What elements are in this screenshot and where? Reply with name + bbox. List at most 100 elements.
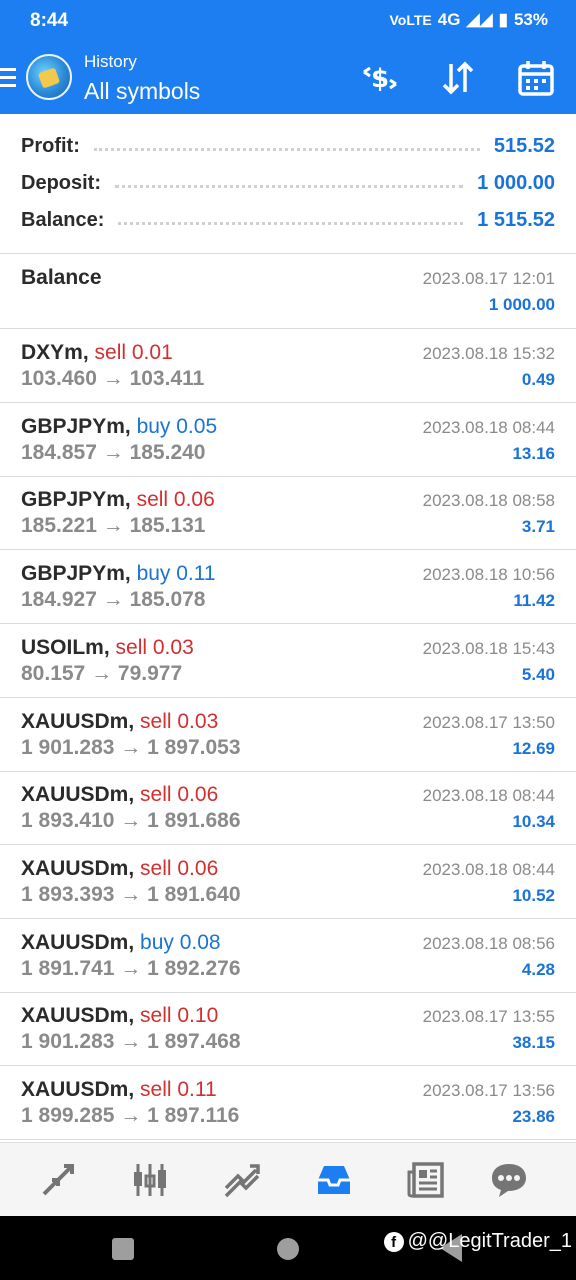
deposit-row: Deposit: 1 000.00: [21, 167, 555, 199]
deal-row[interactable]: XAUUSDm, sell 0.06 1 893.393 → 1 891.640 2…: [0, 845, 576, 919]
chat-icon[interactable]: [486, 1157, 532, 1203]
balance-operation-title: Balance: [21, 266, 102, 289]
deal-prices: 103.460 → 103.411: [21, 367, 205, 390]
trade-icon[interactable]: [219, 1157, 265, 1203]
deal-symbol-name: XAUUSDm,: [21, 1078, 135, 1101]
sort-icon[interactable]: [438, 58, 478, 98]
deal-row[interactable]: XAUUSDm, buy 0.08 1 891.741 → 1 892.276 20…: [0, 919, 576, 993]
quotes-icon[interactable]: [35, 1157, 81, 1203]
deal-symbol-name: XAUUSDm,: [21, 930, 135, 954]
deal-profit: 23.86: [512, 1107, 555, 1126]
deal-side: sell 0.03: [140, 709, 219, 733]
deal-side: sell 0.01: [94, 341, 173, 364]
deal-time: 2023.08.18 15:32: [422, 344, 555, 363]
deal-row[interactable]: XAUUSDm, sell 0.06 1 893.410 → 1 891.686 2…: [0, 771, 576, 846]
deal-symbol-name: GBPJPYm,: [21, 488, 131, 512]
header-subtitle: History: [84, 52, 137, 71]
deal-symbol: USOILm, sell 0.03: [21, 636, 194, 660]
battery-icon: ▮: [498, 10, 508, 29]
dot-leader: [115, 184, 464, 188]
facebook-icon: f: [383, 1231, 404, 1252]
network-label: 4G: [437, 10, 461, 29]
chart-icon[interactable]: [127, 1157, 173, 1203]
balance-label: Balance:: [21, 208, 105, 231]
deal-side: buy 0.08: [140, 930, 221, 954]
deal-time: 2023.08.18 08:44: [422, 786, 555, 806]
deal-row[interactable]: DXYm, sell 0.01 103.460 → 103.411 2023.08.…: [0, 329, 576, 403]
app-bar: History All symbols $: [0, 42, 576, 114]
deal-prices: 1 901.283 → 1 897.468: [21, 1030, 241, 1054]
deal-side: sell 0.10: [140, 1004, 219, 1028]
dot-leader: [118, 221, 464, 225]
profit-value: 515.52: [493, 134, 555, 157]
deal-symbol-name: GBPJPYm,: [21, 414, 131, 438]
deal-side: sell 0.06: [136, 488, 215, 512]
deal-time: 2023.08.18 08:44: [422, 859, 555, 879]
symbol-filter-title[interactable]: All symbols: [84, 78, 200, 105]
deal-side: sell 0.03: [115, 635, 194, 659]
deal-profit: 10.34: [512, 812, 555, 832]
home-button[interactable]: [277, 1238, 299, 1260]
deal-prices: 1 899.285 → 1 897.116: [21, 1104, 240, 1127]
deal-time: 2023.08.18 15:43: [422, 638, 555, 658]
deal-row[interactable]: XAUUSDm, sell 0.10 1 901.283 → 1 897.468 2…: [0, 992, 576, 1067]
balance-operation-amount: 1 000.00: [488, 295, 555, 314]
deal-profit: 0.49: [521, 370, 555, 389]
bottom-navigation: [0, 1142, 576, 1216]
deal-symbol-name: USOILm,: [21, 635, 110, 659]
deal-side: sell 0.11: [140, 1078, 217, 1101]
deal-time: 2023.08.17 13:56: [422, 1081, 555, 1100]
deal-row[interactable]: GBPJPYm, sell 0.06 185.221 → 185.131 2023.…: [0, 476, 576, 551]
deal-time: 2023.08.18 08:44: [422, 417, 555, 437]
deal-row[interactable]: USOILm, sell 0.03 80.157 → 79.977 2023.08.…: [0, 624, 576, 698]
account-summary: Profit: 515.52 Deposit: 1 000.00 Balance…: [0, 114, 576, 254]
menu-icon[interactable]: [0, 68, 16, 88]
deal-time: 2023.08.18 08:58: [422, 491, 555, 511]
history-icon[interactable]: [311, 1157, 357, 1203]
deal-symbol: XAUUSDm, sell 0.06: [21, 783, 218, 807]
deal-symbol: XAUUSDm, sell 0.11: [21, 1078, 217, 1102]
deal-symbol-name: GBPJPYm,: [21, 562, 131, 586]
deal-time: 2023.08.18 08:56: [422, 933, 555, 953]
deal-symbol-name: XAUUSDm,: [21, 1004, 135, 1028]
deal-side: buy 0.11: [136, 562, 216, 586]
deal-prices: 1 893.393 → 1 891.640: [21, 882, 241, 906]
currency-icon[interactable]: $: [360, 58, 400, 98]
profit-label: Profit:: [21, 134, 80, 157]
news-icon[interactable]: [403, 1157, 449, 1203]
deal-row[interactable]: GBPJPYm, buy 0.11 184.927 → 185.078 2023.0…: [0, 550, 576, 625]
watermark: f @@LegitTrader_1: [383, 1230, 572, 1253]
deal-profit: 11.42: [513, 591, 555, 611]
dot-leader: [93, 147, 480, 151]
deal-prices: 185.221 → 185.131: [21, 514, 206, 538]
deal-symbol-name: DXYm,: [21, 341, 89, 364]
deal-prices: 1 891.741 → 1 892.276: [21, 956, 241, 980]
deal-row[interactable]: XAUUSDm, sell 0.11 1 899.285 → 1 897.116 2…: [0, 1066, 576, 1140]
deal-symbol-name: XAUUSDm,: [21, 709, 135, 733]
system-navigation-bar: f @@LegitTrader_1: [0, 1216, 576, 1280]
deal-row[interactable]: XAUUSDm, sell 0.03 1 901.283 → 1 897.053 2…: [0, 698, 576, 772]
recent-apps-button[interactable]: [112, 1238, 134, 1260]
deal-prices: 1 901.283 → 1 897.053: [21, 735, 241, 759]
balance-value: 1 515.52: [477, 208, 555, 231]
deal-side: buy 0.05: [136, 414, 218, 438]
deal-symbol: GBPJPYm, buy 0.05: [21, 415, 217, 439]
balance-operation-row[interactable]: Balance 2023.08.17 12:01 1 000.00: [0, 254, 576, 329]
calendar-icon[interactable]: [516, 58, 556, 98]
deal-symbol: GBPJPYm, buy 0.11: [21, 562, 216, 586]
deal-symbol: GBPJPYm, sell 0.06: [21, 488, 215, 512]
deal-profit: 5.40: [521, 664, 555, 684]
deal-profit: 38.15: [512, 1033, 555, 1053]
balance-operation-time: 2023.08.17 12:01: [422, 269, 555, 288]
deal-profit: 4.28: [521, 959, 555, 979]
svg-text:$: $: [371, 64, 389, 94]
deal-side: sell 0.06: [140, 856, 219, 880]
deal-profit: 3.71: [521, 517, 555, 537]
balance-summary-row: Balance: 1 515.52: [21, 204, 555, 236]
status-indicators: VoLTE 4G ◢◢ ▮ 53%: [390, 10, 549, 30]
deal-prices: 184.927 → 185.078: [21, 588, 206, 612]
status-time: 8:44: [30, 10, 69, 31]
deal-profit: 13.16: [512, 443, 555, 463]
deal-row[interactable]: GBPJPYm, buy 0.05 184.857 → 185.240 2023.0…: [0, 403, 576, 477]
deal-side: sell 0.06: [140, 783, 219, 807]
